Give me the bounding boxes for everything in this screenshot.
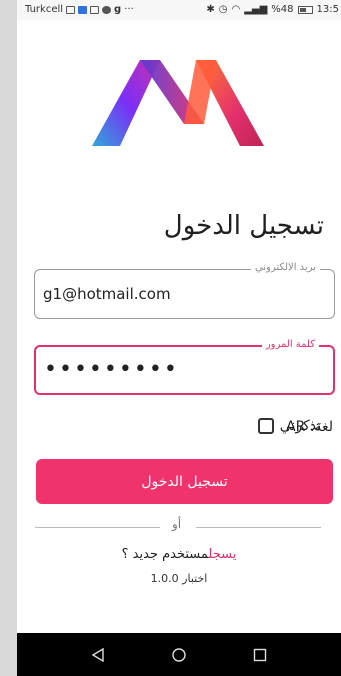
email-label: بريد الالكتروني [250,262,320,273]
battery-percent: %48 [271,4,294,15]
home-icon[interactable] [169,645,189,665]
page-title: تسجيل الدخول [163,211,324,241]
phone-screen: Turkcell g ··· ✱ ◷ ◠ ▂▄▆ %48 13:5 تسجيل … [17,0,341,676]
signal-icon: ▂▄▆ [244,4,268,15]
carrier-label: Turkcell [25,4,64,15]
or-label: أو [172,517,182,531]
password-label: كلمة المرور [261,339,319,350]
bluetooth-icon: ✱ [206,4,215,15]
status-right: ✱ ◷ ◠ ▂▄▆ %48 13:5 [206,4,339,15]
battery-icon [297,5,313,14]
language-label: لغة [314,419,334,435]
login-button[interactable]: تسجيل الدخول [36,459,333,504]
status-left: Turkcell g ··· [25,4,134,15]
password-input[interactable]: ••••••••• [44,357,179,382]
more-notifications: ··· [124,4,134,15]
remember-checkbox[interactable] [257,418,274,434]
mail-icon [90,5,100,14]
register-prompt: يسجلمستخدم جديد ؟ [17,547,341,562]
alarm-icon: ◷ [218,4,228,15]
status-bar: Turkcell g ··· ✱ ◷ ◠ ▂▄▆ %48 13:5 [17,0,341,20]
language-selector[interactable]: AR :لغة [286,419,333,435]
screen-icon [66,5,76,14]
language-value: AR [286,419,306,435]
version-label: اختبار 1.0.0 [150,572,208,585]
email-field[interactable]: بريد الالكتروني [34,262,335,319]
clock: 13:5 [316,4,339,15]
divider-right [196,527,321,528]
register-link[interactable]: يسجل [208,547,236,562]
new-user-text: مستخدم جديد ؟ [121,547,209,562]
email-input[interactable] [43,282,323,306]
recents-icon[interactable] [250,645,270,665]
wifi-icon: ◠ [231,4,241,15]
g-indicator: g [114,4,122,15]
app-icon [78,5,88,14]
chat-icon [102,5,112,14]
password-field[interactable]: كلمة المرور ••••••••• [34,339,335,395]
system-nav-bar [17,633,341,676]
divider-left [35,527,160,528]
app-logo [92,60,264,146]
back-icon[interactable] [88,645,108,665]
